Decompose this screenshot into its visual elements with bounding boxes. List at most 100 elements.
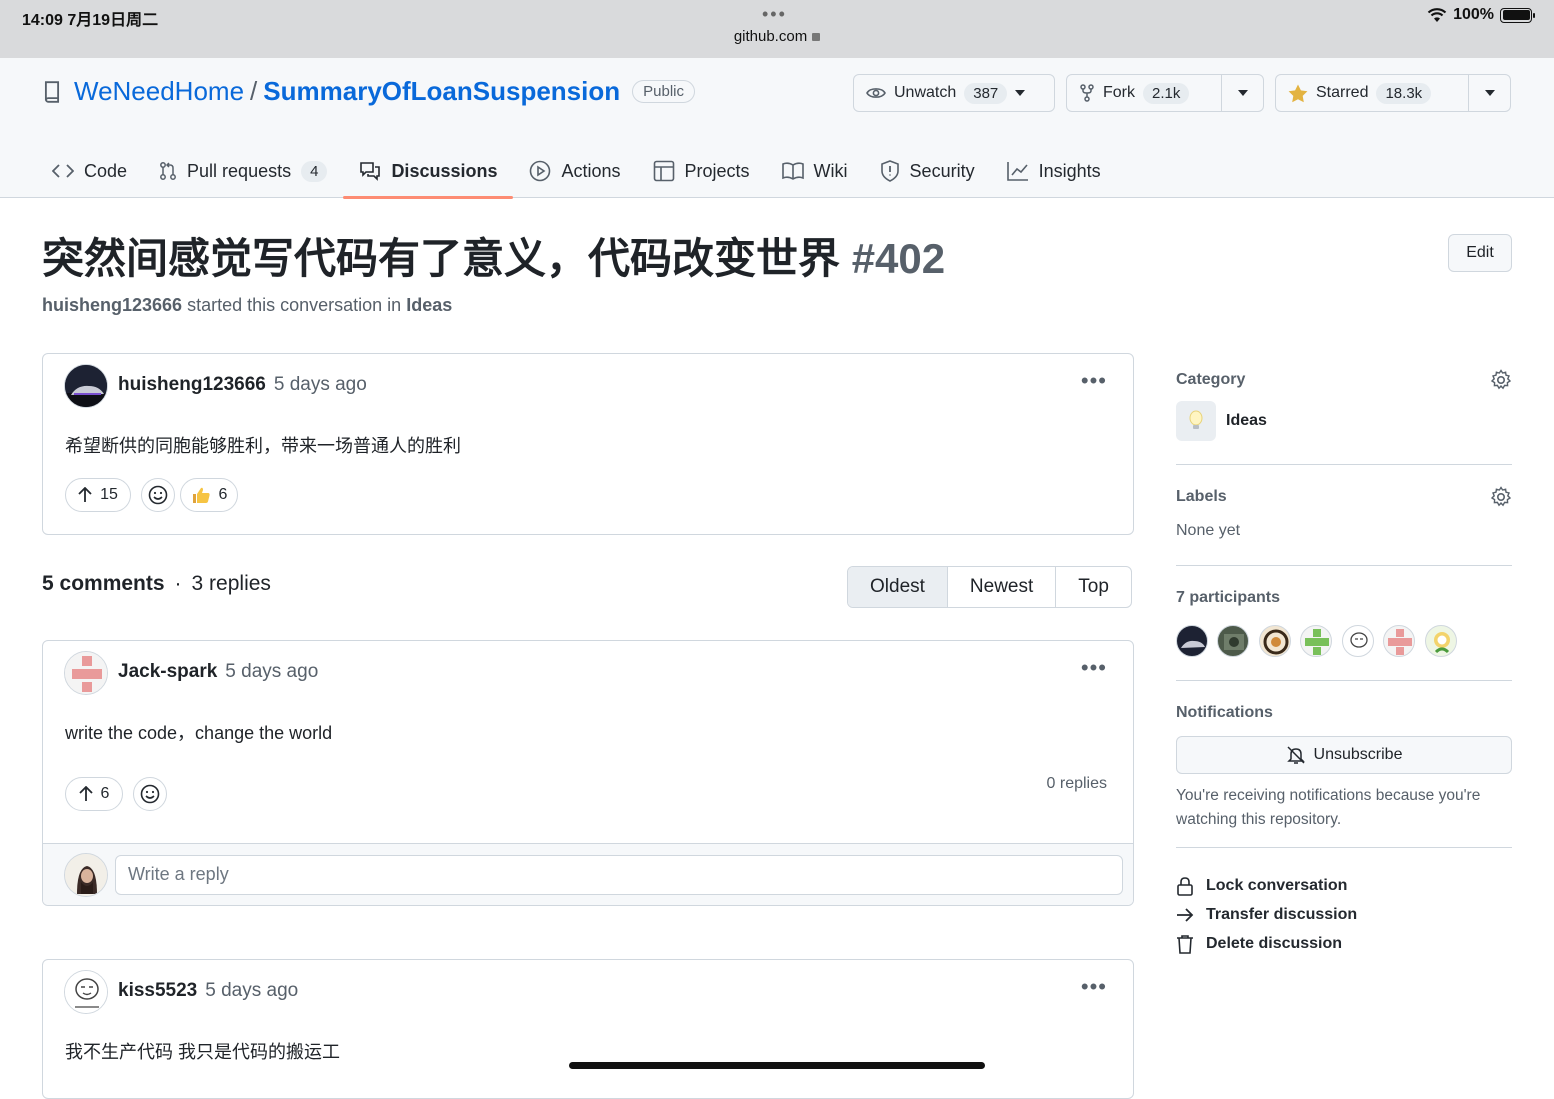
lock-icon — [1177, 876, 1193, 896]
starter-link[interactable]: huisheng123666 — [42, 295, 182, 315]
tab-pull-requests[interactable]: Pull requests 4 — [143, 144, 343, 198]
watchers-count: 387 — [964, 82, 1008, 104]
sidebar-labels: Labels None yet — [1176, 486, 1512, 548]
tab-discussions[interactable]: Discussions — [343, 144, 514, 199]
author-name[interactable]: huisheng123666 — [118, 374, 266, 395]
unsubscribe-button[interactable]: Unsubscribe — [1176, 736, 1512, 774]
thumbs-up-icon — [192, 487, 210, 503]
avatar[interactable] — [64, 651, 108, 695]
participant-avatar[interactable] — [1383, 625, 1416, 657]
watch-button-group: Unwatch 387 — [853, 74, 1055, 112]
thumbs-up-reaction[interactable]: 6 — [180, 478, 238, 512]
sort-oldest-button[interactable]: Oldest — [848, 567, 947, 607]
graph-icon — [1006, 162, 1028, 181]
my-avatar — [64, 853, 108, 897]
discussion-title: 突然间感觉写代码有了意义，代码改变世界 #402 — [42, 225, 945, 286]
dot-separator: · — [174, 572, 182, 595]
repo-owner-link[interactable]: WeNeedHome — [74, 76, 244, 107]
transfer-discussion-link[interactable]: Transfer discussion — [1176, 900, 1512, 929]
reply-input[interactable]: Write a reply — [115, 855, 1123, 895]
table-icon — [653, 160, 674, 182]
smiley-icon — [140, 784, 160, 804]
comment-body: write the code，change the world — [65, 723, 333, 743]
fork-button[interactable]: Fork 2.1k — [1067, 75, 1221, 111]
comments-summary: 5 comments · 3 replies — [42, 572, 271, 596]
tab-label: Discussions — [391, 160, 498, 181]
repo-name-link[interactable]: SummaryOfLoanSuspension — [263, 76, 620, 107]
address-bar[interactable]: github.com — [0, 28, 1554, 45]
smiley-icon — [148, 485, 168, 505]
edit-button[interactable]: Edit — [1448, 234, 1512, 272]
person-avatar-image — [65, 854, 107, 896]
replies-count: 0 replies — [1046, 775, 1107, 792]
sort-newest-button[interactable]: Newest — [946, 567, 1055, 607]
more-options-icon[interactable]: ••• — [1081, 655, 1107, 681]
lock-icon — [812, 33, 821, 41]
comment-body: 我不生产代码 我只是代码的搬运工 — [65, 1042, 340, 1062]
started-text: started this conversation in — [187, 295, 402, 315]
comment-time: 5 days ago — [205, 980, 299, 1001]
repo-header: WeNeedHome / SummaryOfLoanSuspension Pub… — [0, 58, 1554, 199]
participant-avatar[interactable] — [1300, 625, 1333, 657]
category-heading: Category — [1176, 371, 1246, 388]
category-value[interactable]: Ideas — [1176, 401, 1512, 441]
more-options-icon[interactable]: ••• — [1081, 368, 1107, 394]
car-avatar-image — [65, 365, 107, 407]
sort-top-button[interactable]: Top — [1055, 567, 1131, 607]
participant-avatar[interactable] — [1217, 625, 1250, 657]
unsubscribe-label: Unsubscribe — [1313, 746, 1403, 763]
fork-dropdown-button[interactable] — [1221, 75, 1263, 111]
shield-icon — [880, 160, 899, 182]
repo-icon — [44, 80, 60, 103]
post-time: 5 days ago — [273, 374, 367, 395]
eye-icon — [866, 88, 886, 98]
tab-code[interactable]: Code — [42, 144, 143, 198]
more-options-icon[interactable]: ••• — [1081, 974, 1107, 1000]
identicon-avatar-image — [65, 652, 107, 694]
add-reaction-button[interactable] — [141, 478, 175, 512]
participant-avatar[interactable] — [1258, 625, 1291, 657]
upvote-button[interactable]: 15 — [65, 478, 131, 512]
arrow-right-icon — [1177, 907, 1194, 922]
post-body: 希望断供的同胞能够胜利，带来一场普通人的胜利 — [65, 436, 461, 456]
pull-requests-count: 4 — [301, 160, 328, 182]
unwatch-button[interactable]: Unwatch 387 — [854, 75, 1037, 111]
avatar[interactable] — [64, 364, 108, 408]
tab-insights[interactable]: Insights — [991, 144, 1117, 198]
tab-label: Code — [84, 160, 128, 181]
ios-status-bar: 14:09 7月19日周二 ••• github.com 100% — [0, 0, 1554, 58]
tab-security[interactable]: Security — [864, 144, 991, 198]
star-dropdown-button[interactable] — [1468, 75, 1510, 111]
status-indicators: 100% — [1427, 6, 1535, 24]
tab-label: Insights — [1038, 160, 1101, 181]
url-text: github.com — [733, 28, 808, 45]
caret-down-icon — [1237, 90, 1248, 96]
delete-discussion-link[interactable]: Delete discussion — [1176, 929, 1512, 958]
comment-time: 5 days ago — [225, 661, 319, 682]
upvote-button[interactable]: 6 — [65, 777, 123, 811]
avatar[interactable] — [64, 970, 108, 1014]
comment-author: kiss5523 5 days ago — [118, 980, 298, 1002]
arrow-up-icon — [78, 786, 93, 801]
author-name[interactable]: Jack-spark — [118, 661, 217, 682]
upvote-count: 6 — [100, 785, 110, 802]
tab-wiki[interactable]: Wiki — [766, 144, 864, 198]
home-indicator[interactable] — [569, 1062, 985, 1069]
participant-avatar[interactable] — [1176, 625, 1208, 657]
lock-conversation-link[interactable]: Lock conversation — [1176, 871, 1512, 900]
starred-button[interactable]: Starred 18.3k — [1276, 75, 1468, 111]
tab-projects[interactable]: Projects — [637, 144, 766, 198]
gear-icon[interactable] — [1490, 486, 1512, 508]
gear-icon[interactable] — [1490, 369, 1512, 391]
tab-label: Pull requests — [187, 160, 292, 181]
participant-avatar[interactable] — [1424, 625, 1457, 657]
category-link[interactable]: Ideas — [406, 295, 452, 315]
stars-count: 18.3k — [1376, 82, 1432, 104]
lightbulb-icon — [1176, 401, 1216, 441]
add-reaction-button[interactable] — [133, 777, 167, 811]
author-name[interactable]: kiss5523 — [118, 980, 197, 1001]
more-dots-icon[interactable]: ••• — [762, 4, 787, 25]
tab-actions[interactable]: Actions — [513, 144, 636, 198]
participant-avatar[interactable] — [1341, 625, 1374, 657]
unwatch-label: Unwatch — [894, 84, 957, 101]
